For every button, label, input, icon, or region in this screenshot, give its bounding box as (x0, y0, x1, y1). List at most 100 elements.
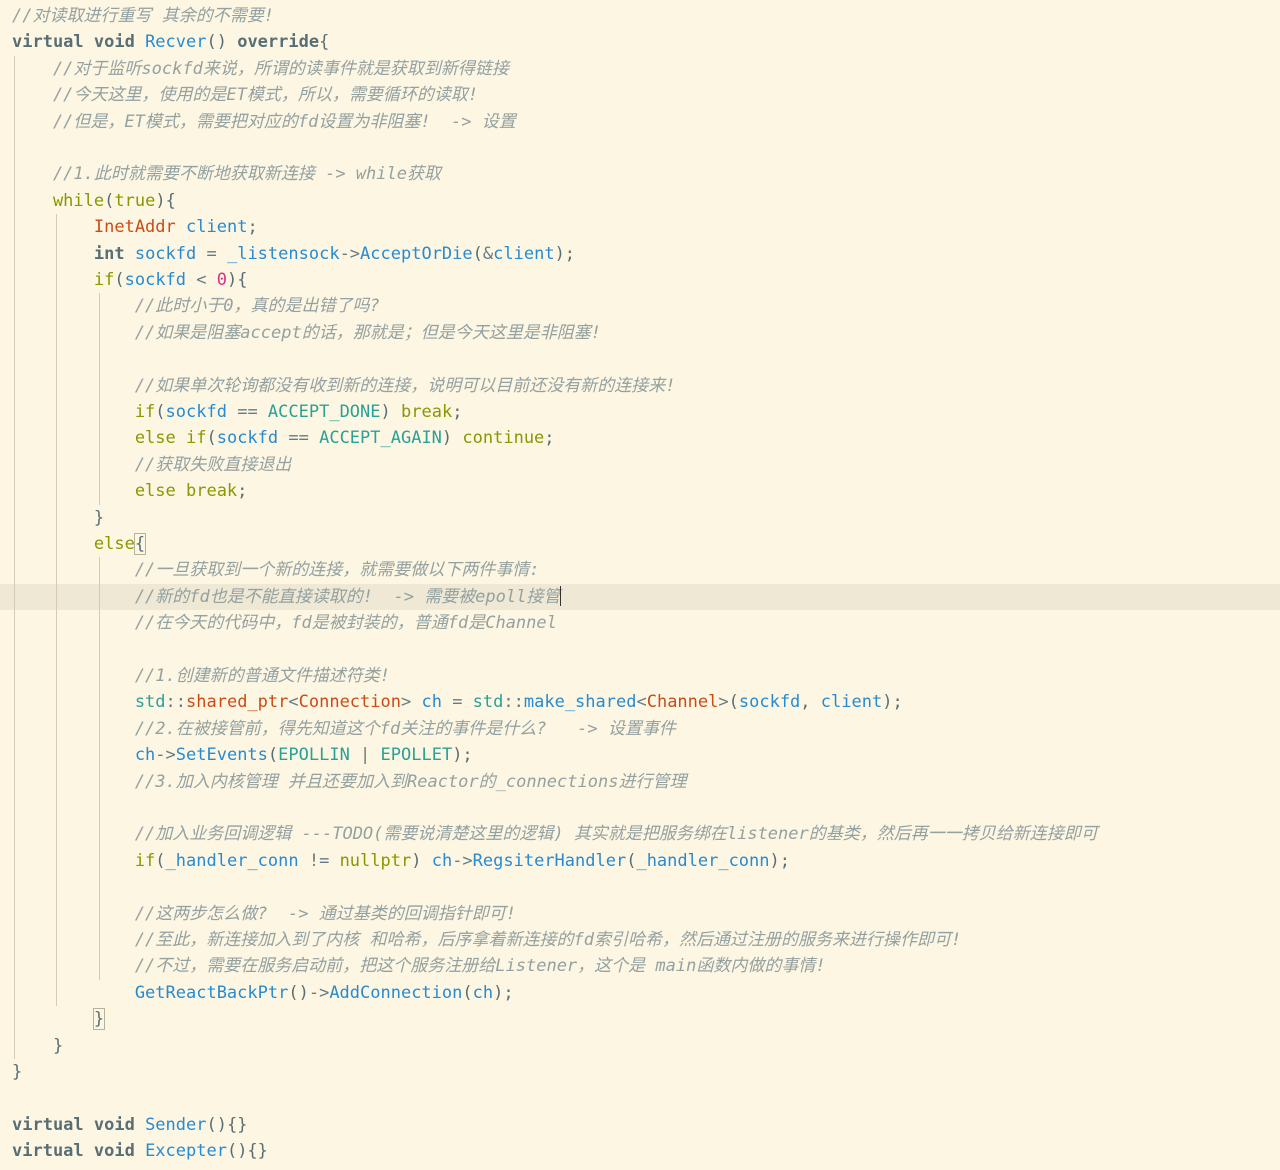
code-line-text: if(sockfd < 0){ (12, 267, 248, 293)
code-token: == (278, 428, 320, 449)
code-line[interactable]: InetAddr client; (0, 214, 1280, 240)
code-token: == (226, 402, 268, 422)
code-line[interactable]: std::shared_ptr<Connection> ch = std::ma… (0, 689, 1280, 715)
code-line[interactable]: //加入业务回调逻辑 ---TODO(需要说清楚这里的逻辑) 其实就是把服务绑在… (0, 821, 1280, 847)
code-token: override (237, 32, 320, 53)
code-line[interactable]: virtual void Sender(){} (0, 1112, 1280, 1138)
code-line[interactable]: //获取失败直接退出 (0, 452, 1280, 478)
code-line[interactable]: else{ (0, 531, 1280, 557)
code-token: = (196, 243, 227, 264)
code-token: //在今天的代码中，fd是被封装的，普通fd是Channel (12, 613, 557, 634)
code-token: //如果单次轮询都没有收到新的连接，说明可以目前还没有新的连接来! (12, 375, 676, 396)
code-token: AcceptOrDie (360, 243, 473, 264)
code-token: -> (339, 243, 361, 264)
code-line-text: else break; (12, 478, 248, 504)
code-token: ; (544, 428, 555, 449)
code-line[interactable]: //此时小于0，真的是出错了吗? (0, 293, 1280, 319)
code-line[interactable]: GetReactBackPtr()->AddConnection(ch); (0, 980, 1280, 1006)
code-token: client (186, 217, 248, 238)
code-line[interactable]: //今天这里，使用的是ET模式，所以，需要循环的读取! (0, 82, 1280, 108)
code-token: break (401, 402, 453, 422)
code-token: (){} (226, 1141, 268, 1162)
code-line[interactable]: //在今天的代码中，fd是被封装的，普通fd是Channel (0, 610, 1280, 636)
code-line[interactable]: if(sockfd == ACCEPT_DONE) break; (0, 399, 1280, 425)
code-token: { (319, 32, 330, 53)
code-line[interactable]: if(sockfd < 0){ (0, 267, 1280, 293)
code-token: ch (421, 692, 442, 713)
code-token: sockfd (165, 402, 227, 422)
code-token: //至此，新连接加入到了内核 和哈希，后序拿着新连接的fd索引哈希，然后通过注册… (12, 930, 962, 950)
code-token: //不过，需要在服务启动前，把这个服务注册给Listener，这个是 main函… (12, 956, 826, 977)
code-line[interactable]: //至此，新连接加入到了内核 和哈希，后序拿着新连接的fd索引哈希，然后通过注册… (0, 927, 1280, 953)
code-token: //此时小于0，真的是出错了吗? (12, 296, 380, 317)
code-line[interactable]: } (0, 1033, 1280, 1059)
code-line[interactable]: //对于监听sockfd来说，所谓的读事件就是获取到新得链接 (0, 56, 1280, 82)
code-line[interactable]: ch->SetEvents(EPOLLIN | EPOLLET); (0, 742, 1280, 768)
code-line-text: std::shared_ptr<Connection> ch = std::ma… (12, 689, 903, 715)
code-line-text: if(sockfd == ACCEPT_DONE) break; (12, 399, 463, 425)
code-line[interactable]: else break; (0, 478, 1280, 504)
code-line-text: //3.加入内核管理 并且还要加入到Reactor的_connections进行… (12, 769, 687, 795)
code-line[interactable]: virtual void Recver() override{ (0, 29, 1280, 55)
code-token: -> (155, 745, 176, 766)
code-line[interactable]: if(_handler_conn != nullptr) ch->Regsite… (0, 848, 1280, 874)
code-token: //这两步怎么做? -> 通过基类的回调指针即可! (12, 903, 516, 924)
code-line[interactable]: } (0, 505, 1280, 531)
code-line[interactable] (0, 637, 1280, 663)
code-token: sockfd (134, 243, 197, 264)
code-line[interactable]: //不过，需要在服务启动前，把这个服务注册给Listener，这个是 main函… (0, 953, 1280, 979)
code-line[interactable] (0, 874, 1280, 900)
code-token: :: (165, 692, 187, 713)
code-token: //1.此时就需要不断地获取新连接 -> while获取 (12, 164, 441, 185)
code-line[interactable]: //3.加入内核管理 并且还要加入到Reactor的_connections进行… (0, 769, 1280, 795)
code-line[interactable] (0, 135, 1280, 161)
code-line[interactable]: //这两步怎么做? -> 通过基类的回调指针即可! (0, 901, 1280, 927)
code-line[interactable] (0, 795, 1280, 821)
code-line[interactable]: //1.此时就需要不断地获取新连接 -> while获取 (0, 161, 1280, 187)
code-line[interactable]: //2.在被接管前，得先知道这个fd关注的事件是什么? -> 设置事件 (0, 716, 1280, 742)
code-line[interactable] (0, 346, 1280, 372)
code-line-text: //一旦获取到一个新的连接，就需要做以下两件事情: (12, 557, 540, 583)
code-token: //新的fd也是不能直接读取的! -> 需要被epoll接管 (12, 586, 561, 607)
code-token: ( (206, 428, 217, 449)
code-token: () (206, 32, 238, 53)
code-token: //获取失败直接退出 (12, 454, 292, 475)
code-line-text: } (12, 505, 104, 531)
code-line[interactable]: } (0, 1006, 1280, 1032)
code-token: , (800, 692, 821, 713)
code-line-text: //至此，新连接加入到了内核 和哈希，后序拿着新连接的fd索引哈希，然后通过注册… (12, 927, 961, 953)
code-line[interactable]: //对读取进行重写 其余的不需要! (0, 3, 1280, 29)
code-token: //3.加入内核管理 并且还要加入到Reactor的_connections进行… (12, 771, 687, 792)
code-token: Sender (145, 1114, 207, 1135)
code-token: -> (308, 982, 330, 1003)
code-token: :: (503, 692, 524, 713)
code-token: Channel (646, 692, 719, 713)
code-editor[interactable]: //对读取进行重写 其余的不需要! virtual void Recver() o… (0, 0, 1280, 1170)
code-token: virtual void (12, 1114, 146, 1135)
code-token: else break (12, 481, 238, 502)
code-token: < (636, 692, 647, 713)
code-line[interactable]: //如果单次轮询都没有收到新的连接，说明可以目前还没有新的连接来! (0, 373, 1280, 399)
code-line-text: //此时小于0，真的是出错了吗? (12, 293, 380, 319)
matched-bracket: { (133, 533, 147, 555)
code-line[interactable]: while(true){ (0, 188, 1280, 214)
code-line[interactable]: //如果是阻塞accept的话，那就是；但是今天这里是非阻塞! (0, 320, 1280, 346)
code-token: _handler_conn (636, 850, 770, 871)
code-line[interactable]: int sockfd = _listensock->AcceptOrDie(&c… (0, 241, 1280, 267)
code-line[interactable]: //新的fd也是不能直接读取的! -> 需要被epoll接管 (0, 583, 1280, 611)
code-token: ( (155, 850, 166, 871)
indent-guide (14, 55, 15, 1059)
code-line[interactable] (0, 1085, 1280, 1111)
code-line-text: //这两步怎么做? -> 通过基类的回调指针即可! (12, 901, 516, 927)
indent-guide (98, 293, 100, 505)
code-line[interactable]: //1.创建新的普通文件描述符类! (0, 663, 1280, 689)
code-line-text: //获取失败直接退出 (12, 452, 291, 478)
code-line[interactable]: else if(sockfd == ACCEPT_AGAIN) continue… (0, 425, 1280, 451)
code-line[interactable]: virtual void Excepter(){} (0, 1138, 1280, 1164)
code-line[interactable]: } (0, 1059, 1280, 1085)
code-line[interactable]: //但是，ET模式，需要把对应的fd设置为非阻塞! -> 设置 (0, 109, 1280, 135)
indent-guide (56, 214, 58, 1007)
code-line[interactable]: //一旦获取到一个新的连接，就需要做以下两件事情: (0, 557, 1280, 583)
code-line-text: else if(sockfd == ACCEPT_AGAIN) continue… (12, 425, 555, 451)
